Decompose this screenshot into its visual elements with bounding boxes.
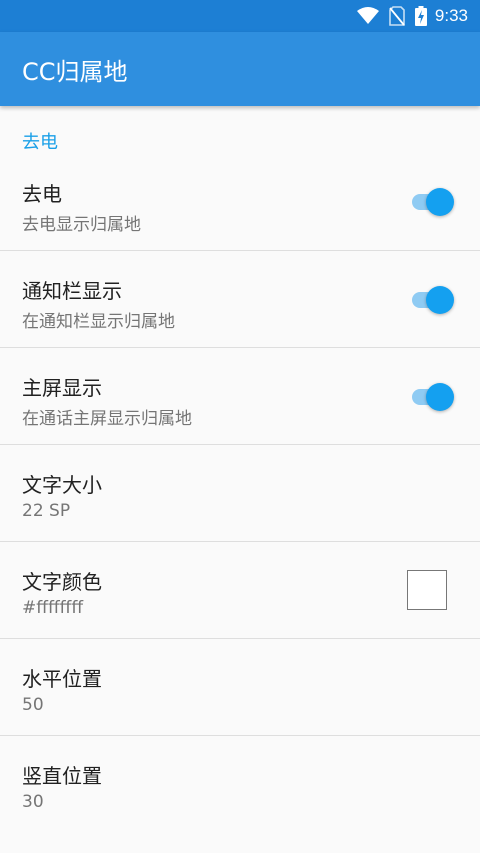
pref-summary: 50 bbox=[22, 695, 44, 715]
pref-summary: 30 bbox=[22, 792, 44, 812]
pref-text-color[interactable]: 文字颜色 #ffffffff bbox=[0, 542, 480, 639]
app-bar: CC归属地 bbox=[0, 32, 480, 106]
pref-summary: #ffffffff bbox=[22, 598, 84, 618]
no-sim-icon bbox=[389, 6, 405, 26]
app-title: CC归属地 bbox=[22, 57, 128, 86]
pref-notification-display[interactable]: 通知栏显示 在通知栏显示归属地 bbox=[0, 251, 480, 348]
status-bar: 9:33 bbox=[0, 0, 480, 32]
pref-title: 主屏显示 bbox=[22, 376, 102, 400]
pref-title: 水平位置 bbox=[22, 667, 102, 691]
pref-title: 竖直位置 bbox=[22, 764, 102, 788]
pref-title: 去电 bbox=[22, 182, 62, 206]
pref-summary: 在通知栏显示归属地 bbox=[22, 312, 175, 332]
pref-outgoing-call[interactable]: 去电 去电显示归属地 bbox=[0, 170, 480, 251]
pref-title: 文字颜色 bbox=[22, 570, 102, 594]
pref-summary: 22 SP bbox=[22, 501, 71, 521]
status-time: 9:33 bbox=[434, 6, 468, 25]
pref-main-screen-display[interactable]: 主屏显示 在通话主屏显示归属地 bbox=[0, 348, 480, 445]
notification-display-switch[interactable] bbox=[408, 285, 454, 314]
pref-title: 通知栏显示 bbox=[22, 279, 122, 303]
pref-title: 文字大小 bbox=[22, 473, 102, 497]
preferences-list: 去电 去电 去电显示归属地 通知栏显示 在通知栏显示归属地 主屏显示 在通话主屏… bbox=[0, 106, 480, 833]
wifi-icon bbox=[356, 7, 379, 25]
pref-text-size[interactable]: 文字大小 22 SP bbox=[0, 445, 480, 542]
battery-charging-icon bbox=[414, 6, 427, 26]
category-header: 去电 bbox=[22, 132, 58, 153]
text-color-swatch[interactable] bbox=[407, 570, 447, 610]
pref-summary: 在通话主屏显示归属地 bbox=[22, 409, 192, 429]
main-screen-display-switch[interactable] bbox=[408, 382, 454, 411]
pref-horizontal-position[interactable]: 水平位置 50 bbox=[0, 639, 480, 736]
pref-summary: 去电显示归属地 bbox=[22, 215, 141, 235]
pref-vertical-position[interactable]: 竖直位置 30 bbox=[0, 736, 480, 833]
outgoing-call-switch[interactable] bbox=[408, 187, 454, 216]
